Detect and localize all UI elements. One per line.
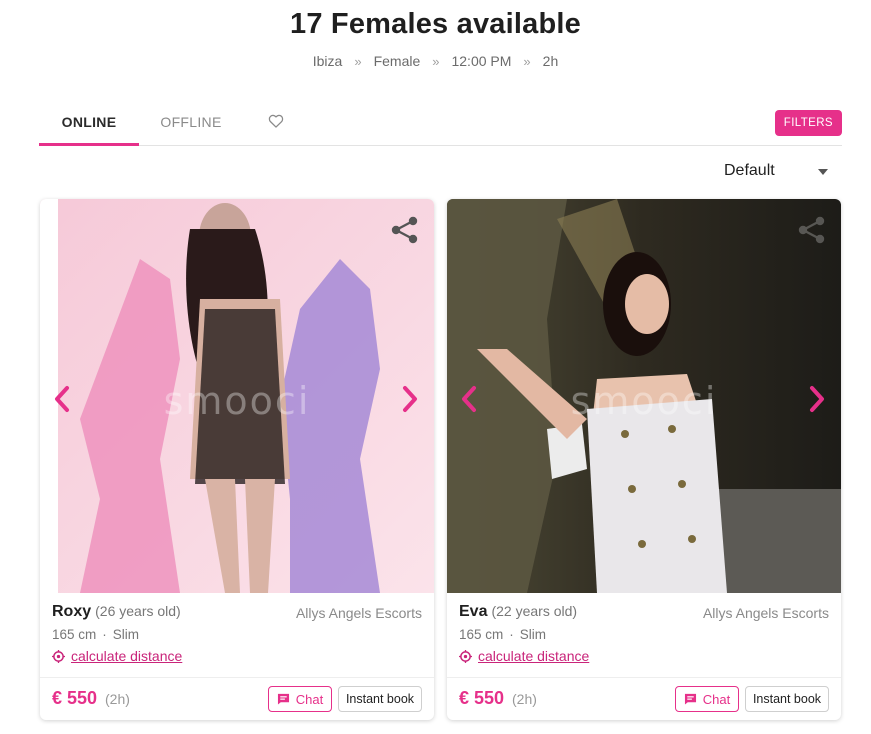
profile-name[interactable]: Eva [459, 603, 487, 620]
price-duration: (2h) [512, 691, 537, 707]
chevron-right-icon[interactable] [400, 385, 420, 413]
watermark: smooci [570, 379, 718, 423]
chat-label: Chat [295, 691, 324, 707]
breadcrumb-separator: » [354, 54, 362, 69]
heart-icon [268, 114, 284, 128]
profile-specs: 165 cm · Slim [459, 627, 829, 642]
tab-offline[interactable]: OFFLINE [145, 100, 237, 146]
chat-button[interactable]: Chat [268, 686, 332, 712]
tab-online[interactable]: ONLINE [39, 100, 139, 146]
profile-photo[interactable]: smooci [40, 199, 434, 593]
profile-build: Slim [112, 627, 140, 642]
separator-dot: · [102, 627, 107, 642]
profile-name[interactable]: Roxy [52, 603, 91, 620]
profile-specs: 165 cm · Slim [52, 627, 422, 642]
calculate-distance-link[interactable]: calculate distance [459, 648, 829, 664]
chat-label: Chat [702, 691, 731, 707]
calculate-distance-label[interactable]: calculate distance [71, 648, 182, 664]
price: € 550 [459, 688, 505, 708]
share-icon[interactable] [797, 215, 827, 245]
profile-card[interactable]: smooci Eva (22 years old) Allys Angels Es… [447, 199, 841, 720]
breadcrumb-location[interactable]: Ibiza [313, 53, 343, 69]
profile-height: 165 cm [459, 627, 504, 642]
instant-book-button[interactable]: Instant book [338, 686, 422, 712]
breadcrumb-separator: » [523, 54, 531, 69]
profile-height: 165 cm [52, 627, 97, 642]
profile-info: Roxy (26 years old) Allys Angels Escorts … [52, 603, 422, 664]
watermark: smooci [163, 379, 311, 423]
instant-book-button[interactable]: Instant book [745, 686, 829, 712]
filters-button[interactable]: FILTERS [774, 110, 842, 136]
caret-down-icon [818, 169, 828, 175]
location-target-icon [52, 649, 65, 663]
profile-header: Eva (22 years old) Allys Angels Escorts [459, 603, 829, 621]
profile-build: Slim [519, 627, 547, 642]
chat-icon [277, 693, 289, 705]
agency-name[interactable]: Allys Angels Escorts [296, 605, 422, 621]
share-icon[interactable] [390, 215, 420, 245]
breadcrumb: Ibiza » Female » 12:00 PM » 2h [0, 53, 871, 69]
profile-age: (22 years old) [491, 603, 578, 619]
profile-age: (26 years old) [95, 603, 181, 619]
breadcrumb-separator: » [432, 54, 440, 69]
profile-header: Roxy (26 years old) Allys Angels Escorts [52, 603, 422, 621]
sort-dropdown[interactable]: Default [724, 162, 834, 184]
breadcrumb-time[interactable]: 12:00 PM [451, 53, 511, 69]
chevron-left-icon[interactable] [459, 385, 479, 413]
availability-tabs: ONLINE OFFLINE FILTERS [39, 100, 842, 146]
chat-button[interactable]: Chat [675, 686, 739, 712]
profile-info: Eva (22 years old) Allys Angels Escorts 1… [459, 603, 829, 664]
price: € 550 [52, 688, 98, 708]
card-footer: € 550 (2h) Chat Instant book [40, 677, 434, 720]
chevron-left-icon[interactable] [52, 385, 72, 413]
page-title: 17 Females available [290, 8, 581, 40]
agency-name[interactable]: Allys Angels Escorts [703, 605, 829, 621]
card-footer: € 550 (2h) Chat Instant book [447, 677, 841, 720]
chevron-right-icon[interactable] [807, 385, 827, 413]
separator-dot: · [509, 627, 514, 642]
price-duration: (2h) [105, 691, 130, 707]
profile-photo[interactable]: smooci [447, 199, 841, 593]
tab-favorites[interactable] [263, 112, 289, 134]
calculate-distance-label[interactable]: calculate distance [478, 648, 589, 664]
breadcrumb-duration[interactable]: 2h [543, 53, 559, 69]
location-target-icon [459, 649, 472, 663]
chat-icon [684, 693, 696, 705]
sort-selected-value: Default [724, 162, 775, 179]
breadcrumb-gender[interactable]: Female [374, 53, 421, 69]
profile-card[interactable]: smooci Roxy (26 years old) Allys Angels E… [40, 199, 434, 720]
calculate-distance-link[interactable]: calculate distance [52, 648, 422, 664]
